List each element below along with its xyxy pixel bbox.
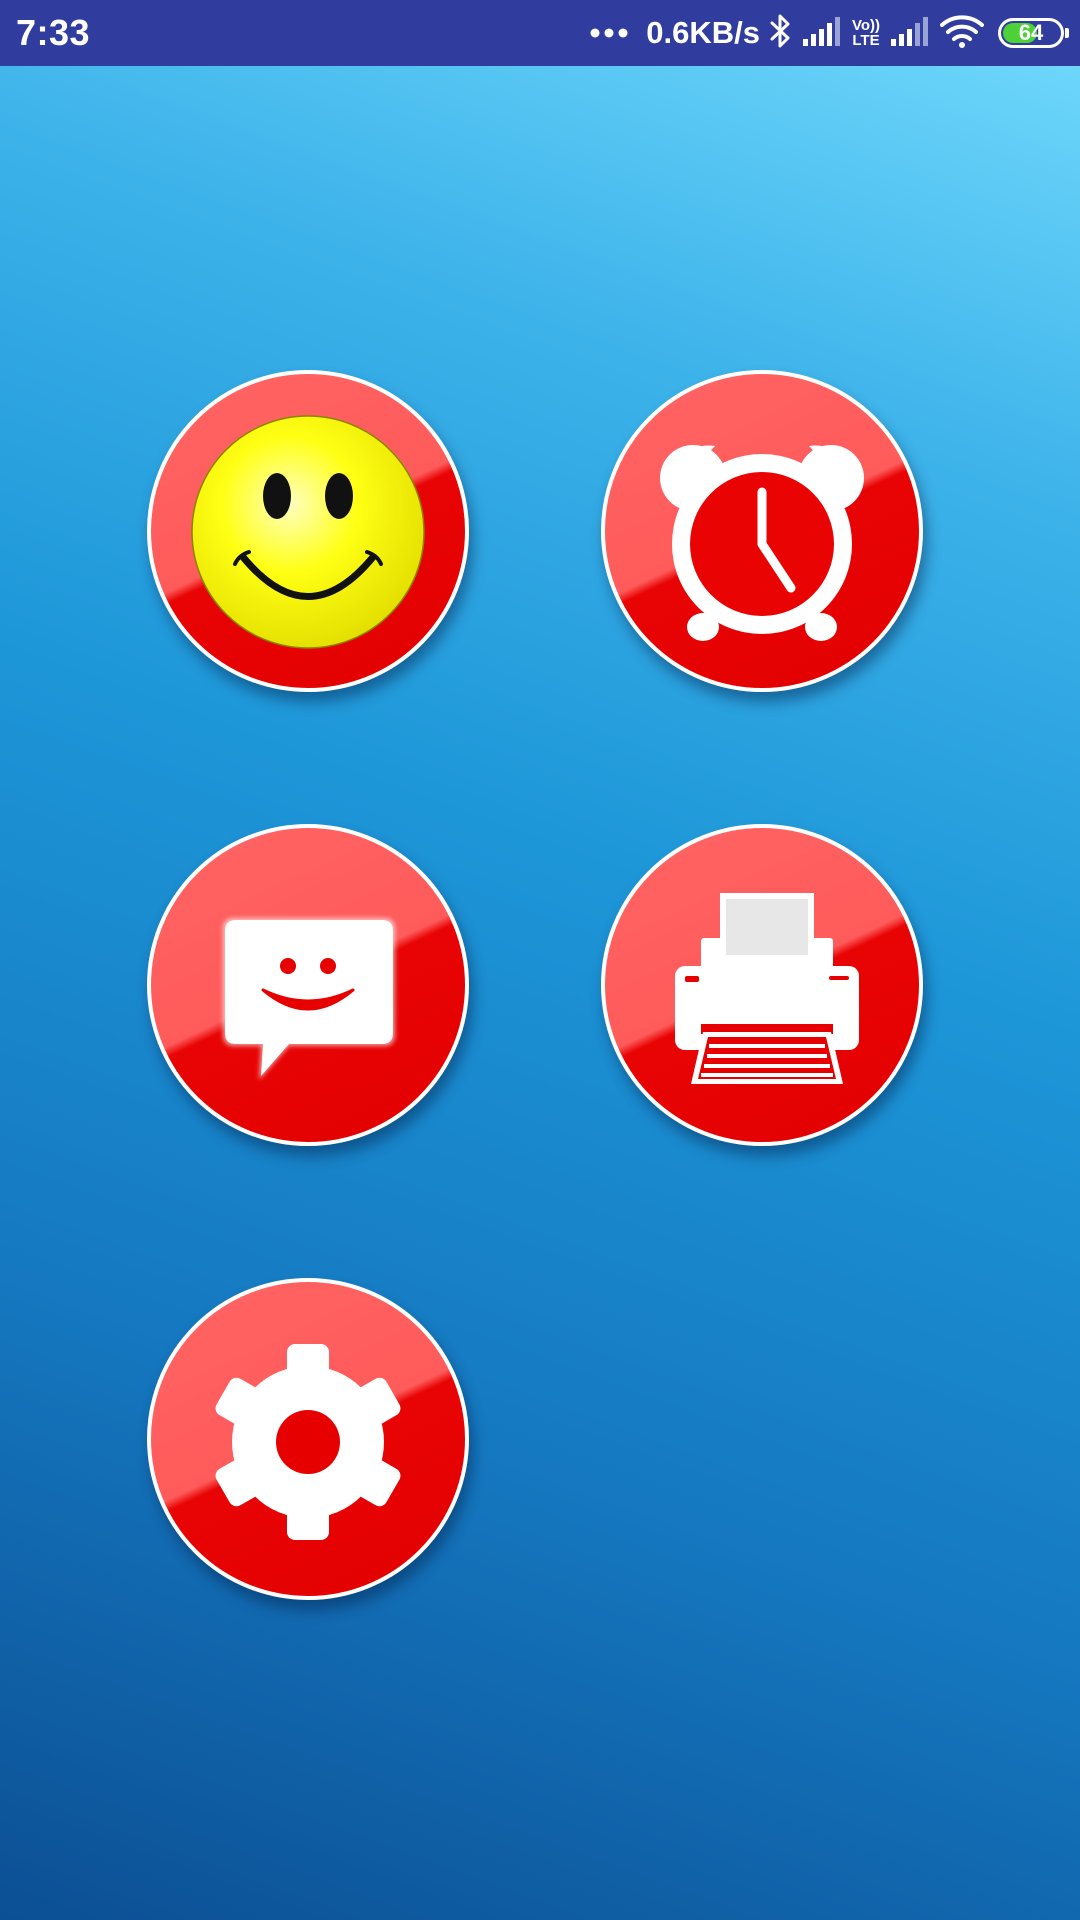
printer-button[interactable] xyxy=(601,824,923,1146)
printer-icon xyxy=(675,893,859,1084)
gear-icon xyxy=(215,1344,401,1540)
bluetooth-icon xyxy=(770,13,792,54)
network-speed: 0.6KB/s xyxy=(646,15,760,50)
alarm-button[interactable] xyxy=(601,370,923,692)
signal-strength-icon-2 xyxy=(890,15,930,52)
status-bar: 7:33 0.6KB/s Vo)) LTE 64 xyxy=(0,0,1080,66)
battery-tip xyxy=(1065,28,1069,38)
more-notifications-icon xyxy=(590,27,628,39)
battery-level: 64 xyxy=(1018,20,1044,45)
volte-label: Vo)) xyxy=(851,17,880,34)
battery-icon: 64 xyxy=(998,18,1069,48)
wifi-icon xyxy=(940,14,984,53)
smiley-message-icon xyxy=(223,918,395,1080)
signal-strength-icon xyxy=(802,15,842,52)
volte-indicator: Vo)) LTE xyxy=(852,18,880,48)
settings-button[interactable] xyxy=(147,1278,469,1600)
smiley-button[interactable] xyxy=(147,370,469,692)
alarm-clock-icon xyxy=(660,445,864,641)
status-icons: 0.6KB/s Vo)) LTE 64 xyxy=(580,0,1069,66)
lte-label: LTE xyxy=(852,32,880,49)
smiley-face-icon xyxy=(191,415,425,649)
status-time: 7:33 xyxy=(16,12,91,53)
message-button[interactable] xyxy=(147,824,469,1146)
